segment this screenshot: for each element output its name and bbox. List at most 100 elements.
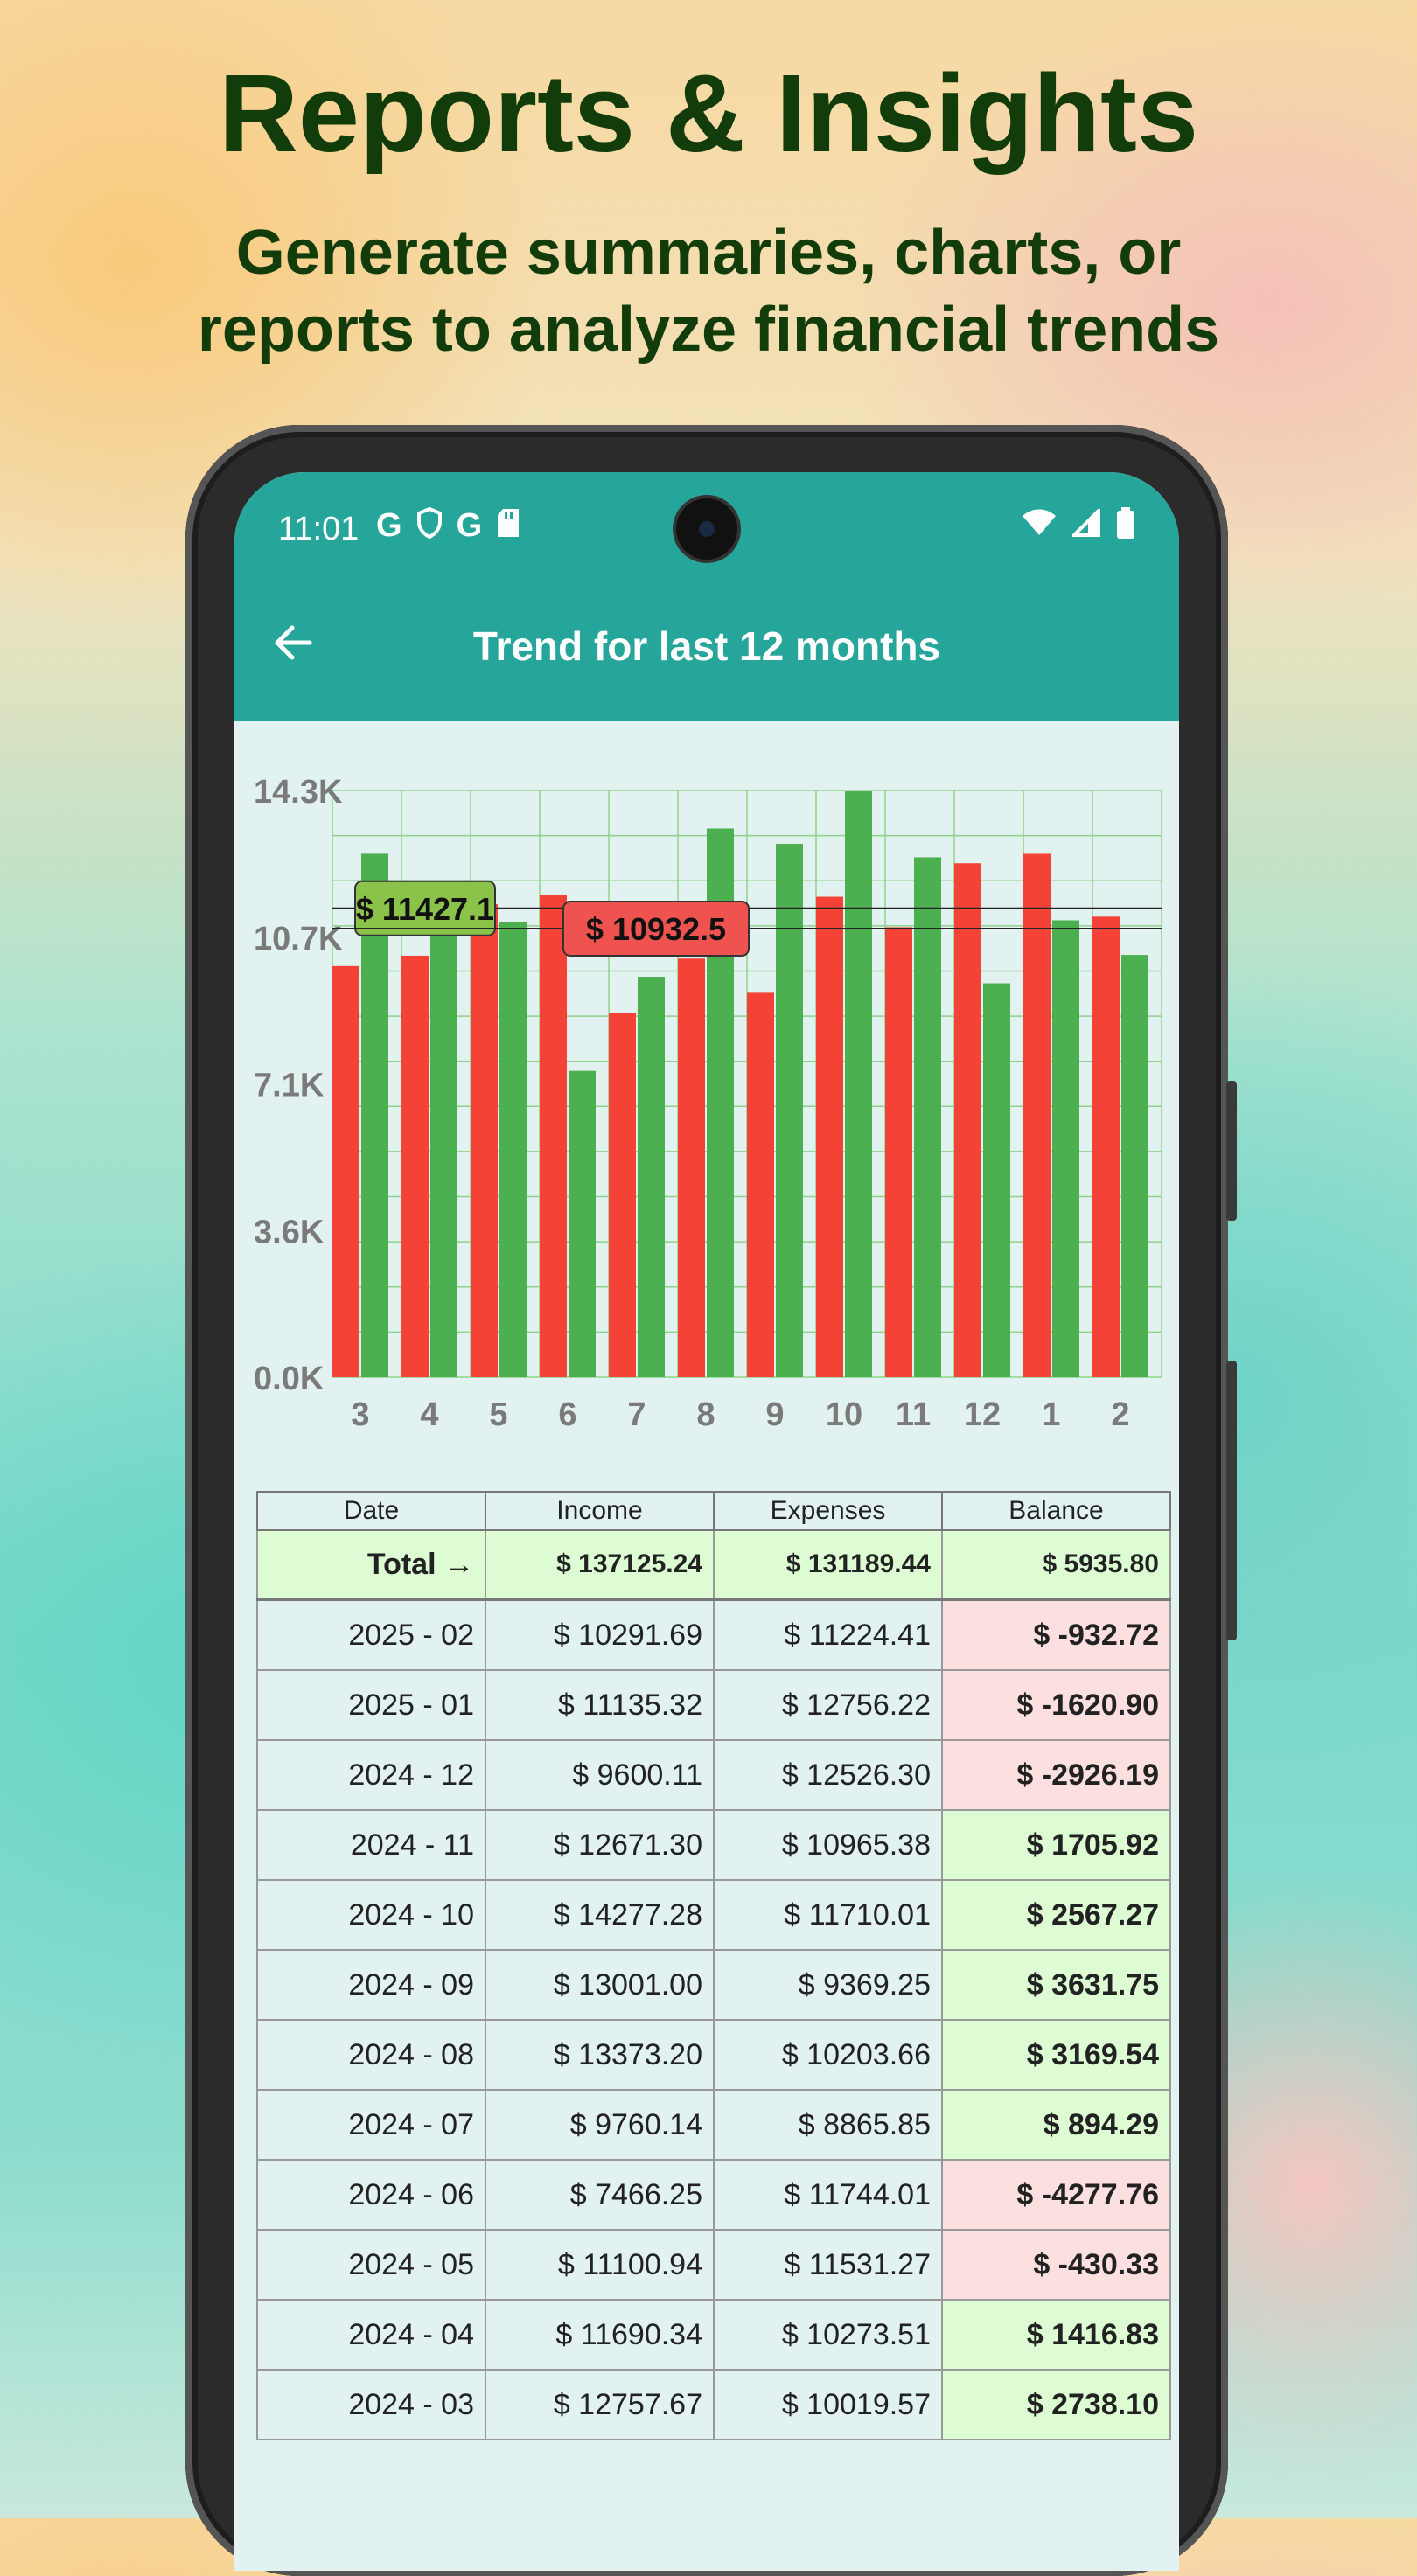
expenses-cell: $ 11531.27 [713, 2229, 943, 2301]
x-tick-label: 4 [420, 1396, 438, 1433]
header-balance: Balance [941, 1491, 1171, 1531]
summary-table-wrap: Date Income Expenses Balance Total → $ 1… [256, 1491, 1171, 2440]
x-tick-label: 5 [489, 1396, 507, 1433]
table-row[interactable]: 2024 - 05 $ 11100.94 $ 11531.27 $ -430.33 [256, 2229, 1171, 2301]
expenses-cell: $ 9369.25 [713, 1949, 943, 2021]
total-label: Total [366, 1547, 436, 1581]
header-income: Income [485, 1491, 715, 1531]
volume-button [1226, 1081, 1237, 1221]
expenses-cell: $ 11224.41 [713, 1598, 943, 1671]
table-row[interactable]: 2024 - 07 $ 9760.14 $ 8865.85 $ 894.29 [256, 2089, 1171, 2161]
wifi-icon [1022, 509, 1057, 541]
average-label: $ 11427.1 [356, 891, 494, 927]
expense-bar [401, 955, 429, 1377]
table-row[interactable]: 2025 - 01 $ 11135.32 $ 12756.22 $ -1620.90 [256, 1669, 1171, 1741]
income-bar [776, 843, 803, 1377]
income-bar [914, 857, 941, 1377]
date-cell: 2024 - 08 [256, 2019, 486, 2091]
balance-cell: $ -1620.90 [941, 1669, 1171, 1741]
income-cell: $ 12757.67 [485, 2369, 715, 2440]
google-icon: G [456, 507, 483, 544]
income-cell: $ 7466.25 [485, 2159, 715, 2231]
google-icon: G [376, 507, 402, 544]
promo-title: Reports & Insights [218, 52, 1199, 175]
x-tick-label: 9 [765, 1396, 784, 1433]
table-row[interactable]: 2024 - 08 $ 13373.20 $ 10203.66 $ 3169.54 [256, 2019, 1171, 2091]
balance-cell: $ 1416.83 [941, 2299, 1171, 2371]
expenses-cell: $ 10203.66 [713, 2019, 943, 2091]
income-cell: $ 9760.14 [485, 2089, 715, 2161]
table-row[interactable]: 2024 - 04 $ 11690.34 $ 10273.51 $ 1416.83 [256, 2299, 1171, 2371]
balance-cell: $ -4277.76 [941, 2159, 1171, 2231]
balance-cell: $ -430.33 [941, 2229, 1171, 2301]
x-tick-label: 11 [896, 1396, 931, 1433]
balance-cell: $ 3631.75 [941, 1949, 1171, 2021]
promo-subtitle-line-2: reports to analyze financial trends [197, 295, 1220, 365]
income-cell: $ 9600.11 [485, 1739, 715, 1811]
expenses-cell: $ 12526.30 [713, 1739, 943, 1811]
x-tick-label: 2 [1111, 1396, 1129, 1433]
expense-bar [954, 863, 981, 1377]
income-bar [983, 983, 1010, 1377]
x-tick-label: 8 [696, 1396, 715, 1433]
promo-subtitle: Generate summaries, charts, or reports t… [0, 214, 1417, 368]
income-bar [1121, 955, 1148, 1377]
income-cell: $ 12671.30 [485, 1809, 715, 1881]
front-camera [676, 498, 737, 560]
date-cell: 2024 - 07 [256, 2089, 486, 2161]
date-cell: 2025 - 01 [256, 1669, 486, 1741]
table-row[interactable]: 2024 - 09 $ 13001.00 $ 9369.25 $ 3631.75 [256, 1949, 1171, 2021]
expenses-cell: $ 10965.38 [713, 1809, 943, 1881]
income-bar [638, 977, 665, 1377]
table-row[interactable]: 2025 - 02 $ 10291.69 $ 11224.41 $ -932.72 [256, 1598, 1171, 1671]
status-icons-right [1022, 506, 1135, 543]
expense-bar [332, 965, 359, 1377]
sd-card-icon [496, 507, 520, 547]
table-row[interactable]: 2024 - 11 $ 12671.30 $ 10965.38 $ 1705.92 [256, 1809, 1171, 1881]
income-cell: $ 11690.34 [485, 2299, 715, 2371]
app-bar: 11:01 G G Trend for last 12 months [234, 472, 1179, 721]
date-cell: 2024 - 05 [256, 2229, 486, 2301]
y-tick-label: 7.1K [254, 1068, 325, 1104]
date-cell: 2024 - 06 [256, 2159, 486, 2231]
x-tick-label: 1 [1042, 1396, 1060, 1433]
table-row[interactable]: 2024 - 06 $ 7466.25 $ 11744.01 $ -4277.76 [256, 2159, 1171, 2231]
phone-screen: 11:01 G G Trend for last 12 months 14.3K… [234, 472, 1179, 2571]
promo-subtitle-line-1: Generate summaries, charts, or [235, 218, 1182, 288]
date-cell: 2025 - 02 [256, 1598, 486, 1671]
balance-cell: $ 2567.27 [941, 1879, 1171, 1951]
y-tick-label: 10.7K [254, 921, 343, 957]
table-row[interactable]: 2024 - 10 $ 14277.28 $ 11710.01 $ 2567.27 [256, 1879, 1171, 1951]
table-row[interactable]: 2024 - 12 $ 9600.11 $ 12526.30 $ -2926.19 [256, 1739, 1171, 1811]
header-expenses: Expenses [713, 1491, 943, 1531]
shield-icon [416, 506, 443, 547]
expenses-cell: $ 10273.51 [713, 2299, 943, 2371]
summary-table: Date Income Expenses Balance Total → $ 1… [256, 1491, 1171, 2440]
balance-cell: $ -932.72 [941, 1598, 1171, 1671]
y-tick-label: 0.0K [254, 1361, 325, 1397]
y-tick-label: 14.3K [254, 774, 343, 811]
x-tick-label: 10 [826, 1396, 862, 1433]
trend-bar-chart: 14.3K10.7K7.1K3.6K0.0K3 4 5 6 7 8 9 10 11 12 1 2$ 1… [254, 774, 1162, 1433]
battery-icon [1116, 507, 1135, 543]
power-button [1226, 1361, 1237, 1640]
income-cell: $ 13373.20 [485, 2019, 715, 2091]
total-row: Total → $ 137125.24 $ 131189.44 $ 5935.8… [256, 1529, 1171, 1601]
status-icons-left: G G [376, 506, 520, 547]
total-income: $ 137125.24 [485, 1529, 715, 1601]
income-cell: $ 11100.94 [485, 2229, 715, 2301]
expenses-cell: $ 11710.01 [713, 1879, 943, 1951]
table-row[interactable]: 2024 - 03 $ 12757.67 $ 10019.57 $ 2738.10 [256, 2369, 1171, 2440]
date-cell: 2024 - 10 [256, 1879, 486, 1951]
expenses-cell: $ 11744.01 [713, 2159, 943, 2231]
x-tick-label: 12 [964, 1396, 1001, 1433]
income-bar [430, 897, 457, 1377]
expense-bar [1023, 853, 1051, 1377]
total-expenses: $ 131189.44 [713, 1529, 943, 1601]
balance-cell: $ 3169.54 [941, 2019, 1171, 2091]
expense-bar [1092, 916, 1120, 1377]
income-bar [569, 1070, 596, 1377]
signal-icon [1070, 506, 1100, 541]
status-time: 11:01 [278, 511, 359, 547]
expenses-cell: $ 8865.85 [713, 2089, 943, 2161]
